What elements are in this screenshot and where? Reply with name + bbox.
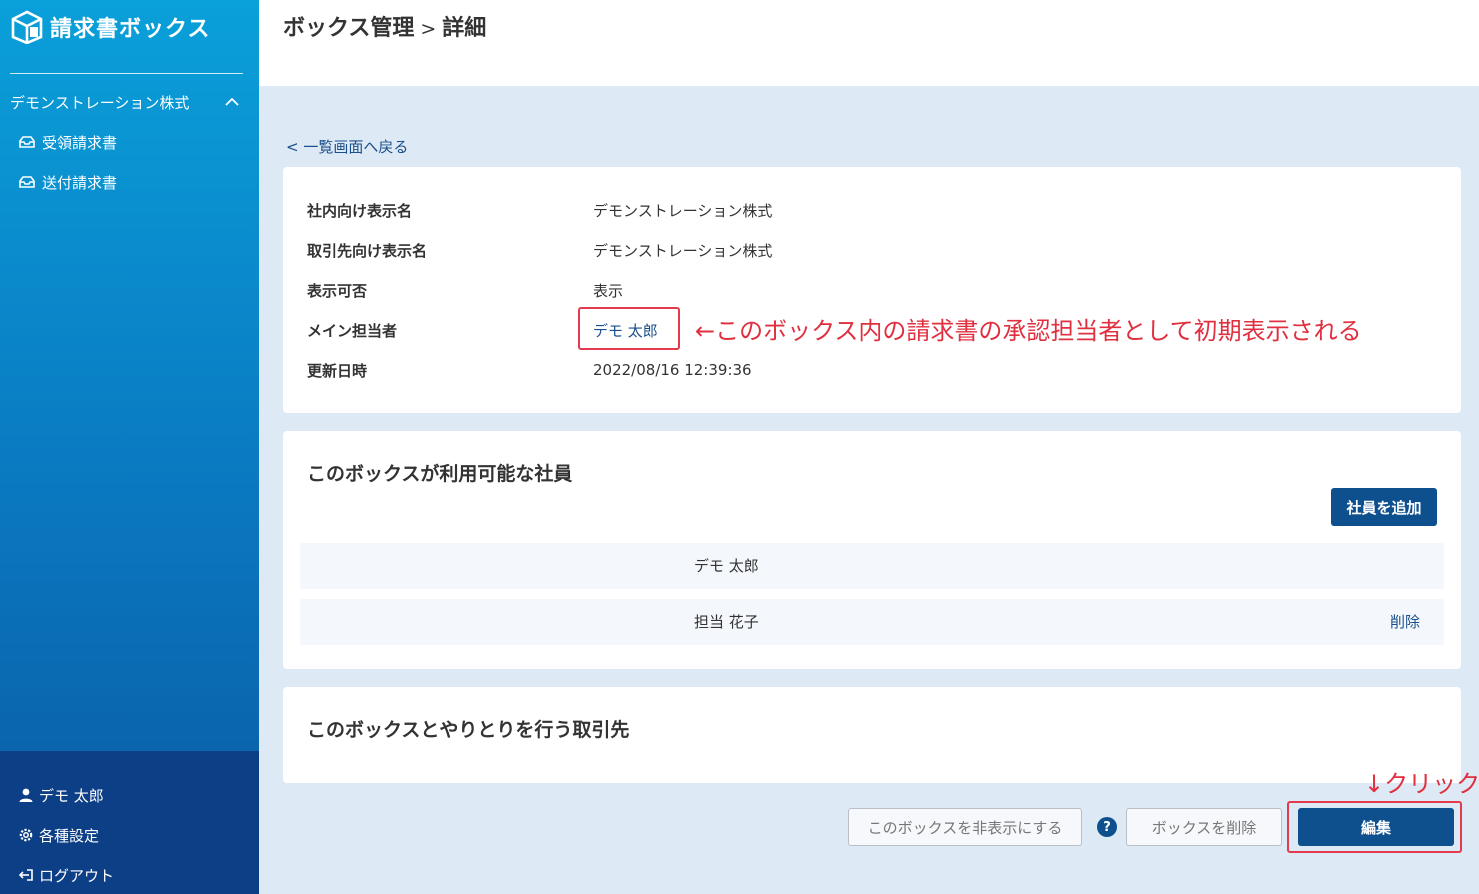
detail-row-visibility: 表示可否 表示 — [307, 279, 623, 301]
sidebar-footer: デモ 太郎 各種設定 ログアウト — [0, 751, 259, 894]
inbox-icon — [19, 136, 35, 148]
annotation-note: ←このボックス内の請求書の承認担当者として初期表示される — [695, 317, 1362, 345]
add-member-button[interactable]: 社員を追加 — [1331, 488, 1437, 526]
detail-value: 表示 — [593, 281, 624, 300]
detail-label: メイン担当者 — [307, 321, 398, 340]
gear-icon — [19, 828, 33, 842]
delete-box-button[interactable]: ボックスを削除 — [1126, 808, 1282, 846]
annotation-highlight-box — [578, 307, 680, 350]
sidebar-item-sent-invoices[interactable]: 送付請求書 — [18, 170, 117, 194]
user-icon — [19, 788, 33, 802]
sidebar-item-received-invoices[interactable]: 受領請求書 — [18, 130, 117, 154]
delete-member-link[interactable]: 削除 — [1390, 611, 1420, 632]
partners-title: このボックスとやりとりを行う取引先 — [307, 719, 630, 741]
list-item: 担当 花子 削除 — [300, 599, 1444, 645]
detail-label: 更新日時 — [307, 361, 368, 380]
logout-icon — [18, 869, 33, 881]
logout-link[interactable]: ログアウト — [18, 863, 114, 887]
user-name: デモ 太郎 — [39, 786, 104, 805]
breadcrumb-separator: > — [420, 18, 437, 40]
members-card: このボックスが利用可能な社員 社員を追加 デモ 太郎 担当 花子 削除 — [283, 431, 1461, 669]
company-selector[interactable]: デモンストレーション株式 — [10, 90, 242, 114]
chevron-up-icon[interactable] — [222, 92, 242, 112]
breadcrumb-current: 詳細 — [442, 16, 487, 41]
box-details-card: 社内向け表示名 デモンストレーション株式 取引先向け表示名 デモンストレーション… — [283, 167, 1461, 413]
logout-label: ログアウト — [39, 866, 115, 885]
settings-link[interactable]: 各種設定 — [18, 823, 99, 847]
detail-value: デモンストレーション株式 — [593, 241, 773, 260]
app-name: 請求書ボックス — [50, 17, 211, 42]
back-to-list-link[interactable]: < 一覧画面へ戻る — [286, 136, 408, 157]
member-name: デモ 太郎 — [694, 557, 759, 575]
logo-icon — [11, 10, 43, 44]
breadcrumb-parent: ボックス管理 — [283, 16, 415, 41]
help-icon[interactable]: ? — [1097, 817, 1117, 837]
sidebar-item-label: 受領請求書 — [42, 133, 118, 152]
header: ボックス管理 > 詳細 — [259, 0, 1479, 86]
company-name: デモンストレーション株式 — [10, 93, 190, 112]
detail-label: 取引先向け表示名 — [307, 241, 428, 260]
detail-value: 2022/08/16 12:39:36 — [593, 361, 752, 379]
detail-label: 表示可否 — [307, 281, 368, 300]
member-name: 担当 花子 — [694, 613, 759, 631]
sidebar-divider — [10, 73, 243, 74]
members-title: このボックスが利用可能な社員 — [307, 463, 573, 485]
detail-value: デモンストレーション株式 — [593, 201, 773, 220]
detail-row-partner-name: 取引先向け表示名 デモンストレーション株式 — [307, 239, 772, 261]
list-item: デモ 太郎 — [300, 543, 1444, 589]
click-annotation: ↓クリック — [1364, 770, 1479, 798]
app-logo[interactable]: 請求書ボックス — [10, 9, 210, 45]
detail-label: 社内向け表示名 — [307, 201, 413, 220]
user-menu[interactable]: デモ 太郎 — [18, 783, 104, 807]
sidebar: 請求書ボックス デモンストレーション株式 受領請求書 送付請求書 デモ 太郎 各… — [0, 0, 259, 894]
detail-row-internal-name: 社内向け表示名 デモンストレーション株式 — [307, 199, 772, 221]
settings-label: 各種設定 — [39, 826, 100, 845]
detail-row-updated-at: 更新日時 2022/08/16 12:39:36 — [307, 359, 752, 381]
inbox-icon — [19, 176, 35, 188]
partners-card: このボックスとやりとりを行う取引先 — [283, 687, 1461, 783]
sidebar-item-label: 送付請求書 — [42, 173, 118, 192]
hide-box-button[interactable]: このボックスを非表示にする — [848, 808, 1082, 846]
page-title: ボックス管理 > 詳細 — [283, 10, 486, 42]
edit-button[interactable]: 編集 — [1298, 808, 1454, 846]
